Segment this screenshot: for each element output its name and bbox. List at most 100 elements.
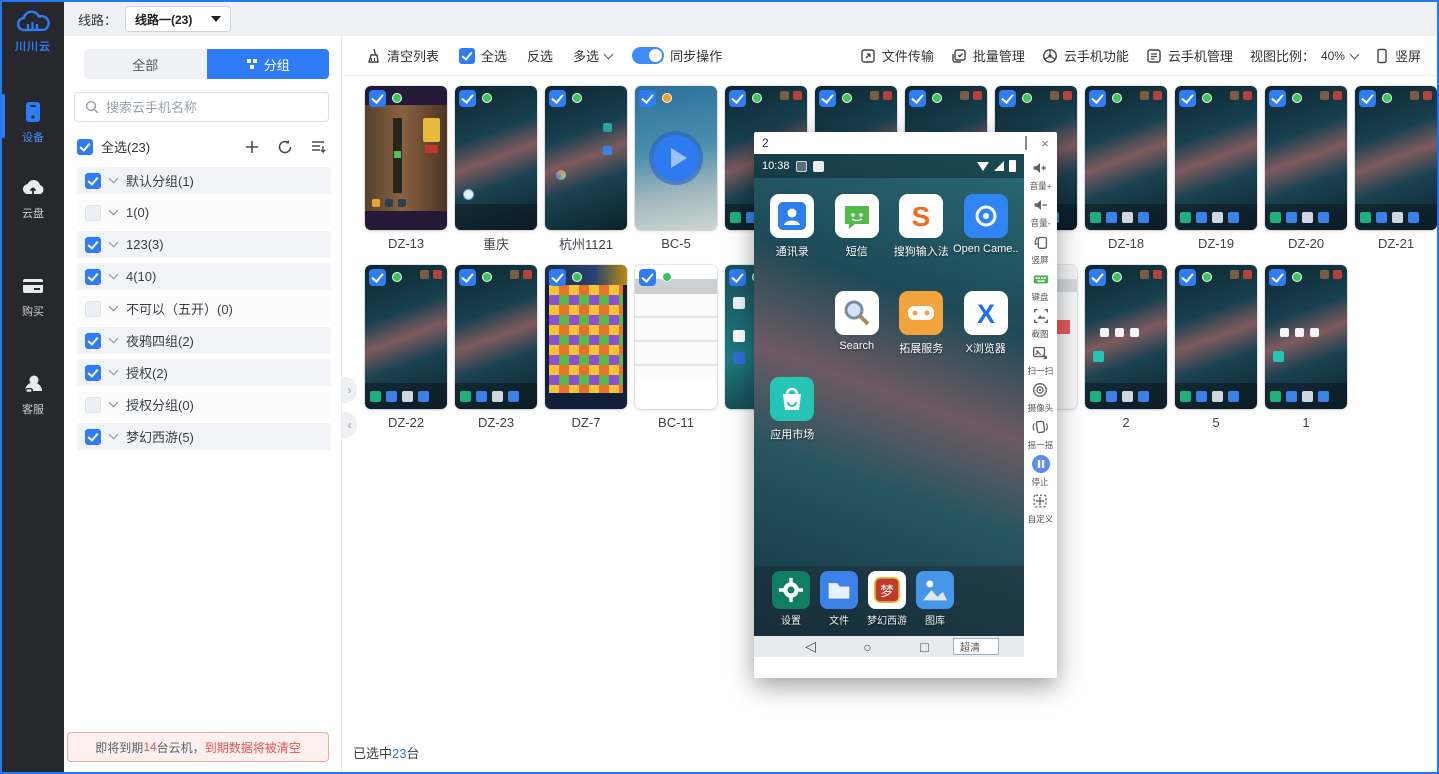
selected-checkbox[interactable] [1179,269,1196,286]
selected-checkbox[interactable] [369,90,386,107]
dock-app-mhxy[interactable]: 梦梦幻西游 [863,571,911,636]
selected-checkbox[interactable] [999,90,1016,107]
app-xbrowser[interactable]: XX浏览器 [954,291,1019,356]
tab-all[interactable]: 全部 [84,49,207,79]
line-select[interactable]: 线路一(23) [125,6,231,32]
selected-checkbox[interactable] [1269,269,1286,286]
app-camera-app[interactable]: Open Came.. [954,194,1019,259]
selected-checkbox[interactable] [729,90,746,107]
group-checkbox[interactable] [85,365,101,381]
device-thumb[interactable] [365,265,447,409]
selected-checkbox[interactable] [459,90,476,107]
group-row[interactable]: 梦幻西游(5) [77,423,331,450]
group-row[interactable]: 授权(2) [77,359,331,386]
batch-manage-button[interactable]: 批量管理 [951,46,1025,65]
sidebar-item-support[interactable]: 客服 [2,364,64,424]
file-transfer-button[interactable]: 文件传输 [860,46,934,65]
tool-stop[interactable]: 停止 [1031,454,1051,488]
app-contacts[interactable]: 通讯录 [760,194,825,259]
tool-shake[interactable]: 摇一摇 [1027,417,1054,451]
device-thumb[interactable] [1175,86,1257,230]
selected-checkbox[interactable] [1359,90,1376,107]
multi-select-button[interactable]: 多选 [573,46,612,65]
device-thumb[interactable] [1265,265,1347,409]
tool-custom[interactable]: 自定义 [1027,491,1054,525]
dock-app-files[interactable]: 文件 [815,571,863,636]
device-thumb[interactable] [635,265,717,409]
refresh-button[interactable] [276,138,294,156]
clear-list-button[interactable]: 清空列表 [365,46,439,65]
device-thumb[interactable] [1175,265,1257,409]
selected-checkbox[interactable] [729,269,746,286]
popup-close-button[interactable]: × [1041,137,1049,150]
play-button[interactable] [653,135,699,181]
device-thumb[interactable] [545,86,627,230]
selected-checkbox[interactable] [819,90,836,107]
popup-maximize-button[interactable] [1025,138,1027,149]
device-thumb[interactable] [1085,86,1167,230]
cloud-phone-manage-button[interactable]: 云手机管理 [1146,46,1233,65]
sync-operation-toggle[interactable]: 同步操作 [632,46,722,65]
group-row[interactable]: 123(3) [77,231,331,258]
selected-checkbox[interactable] [639,90,656,107]
tool-screenshot[interactable]: 截图 [1031,306,1051,340]
cloud-phone-func-button[interactable]: 云手机功能 [1042,46,1129,65]
search-input[interactable] [106,100,318,115]
group-row[interactable]: 不可以（五开）(0) [77,295,331,322]
view-ratio-select[interactable]: 视图比例：40% [1250,46,1358,65]
nav-back-button[interactable]: ◁ [782,638,839,655]
popup-titlebar[interactable]: 2 × [754,132,1057,154]
group-checkbox[interactable] [85,205,101,221]
nav-home-button[interactable]: ○ [839,639,896,655]
tool-rotate[interactable]: 竖屏 [1031,232,1051,266]
sidebar-item-cloud-disk[interactable]: 云盘 [2,168,64,228]
group-checkbox[interactable] [85,397,101,413]
group-row[interactable]: 授权分组(0) [77,391,331,418]
tool-volume-down[interactable]: 音量- [1030,195,1051,229]
group-checkbox[interactable] [85,429,101,445]
stream-quality-select[interactable]: 超清 [953,638,999,655]
selected-checkbox[interactable] [1179,90,1196,107]
device-thumb[interactable] [545,265,627,409]
nav-recents-button[interactable]: □ [896,639,953,655]
tool-keyboard[interactable]: 键盘 [1031,269,1051,303]
group-checkbox[interactable] [85,333,101,349]
selected-checkbox[interactable] [459,269,476,286]
invert-selection-button[interactable]: 反选 [527,46,553,65]
device-thumb[interactable] [365,86,447,230]
device-thumb[interactable] [455,86,537,230]
group-row[interactable]: 1(0) [77,199,331,226]
select-all-toggle[interactable]: 全选 [459,46,507,65]
tool-scan[interactable]: 扫一扫 [1027,343,1054,377]
group-checkbox[interactable] [85,269,101,285]
group-row[interactable]: 4(10) [77,263,331,290]
device-thumb[interactable] [1355,86,1437,230]
app-extend[interactable]: 拓展服务 [889,291,954,356]
tool-volume-up[interactable]: 音量+ [1029,158,1052,192]
device-thumb[interactable] [1085,265,1167,409]
selected-checkbox[interactable] [549,269,566,286]
toggle-on-icon[interactable] [632,47,664,64]
sidebar-item-purchase[interactable]: 购买 [2,266,64,326]
add-group-button[interactable] [243,138,261,156]
device-thumb[interactable] [1265,86,1347,230]
tab-group[interactable]: 分组 [207,49,330,79]
app-search-app[interactable]: Search [825,291,890,356]
tool-camera-lens[interactable]: 摄像头 [1027,380,1054,414]
selected-checkbox[interactable] [549,90,566,107]
app-sms[interactable]: 短信 [825,194,890,259]
group-row[interactable]: 夜鸦四组(2) [77,327,331,354]
device-thumb[interactable] [635,86,717,230]
selected-checkbox[interactable] [369,269,386,286]
dock-app-settings[interactable]: 设置 [767,571,815,636]
select-all-checkbox[interactable] [459,48,475,64]
group-checkbox[interactable] [85,301,101,317]
app-sogou[interactable]: S搜狗输入法 [889,194,954,259]
selected-checkbox[interactable] [639,269,656,286]
portrait-mode-button[interactable]: 竖屏 [1375,46,1421,65]
device-thumb[interactable] [455,265,537,409]
phone-screen[interactable]: 10:38 通讯录短信S搜狗输入法Open Came..Search拓展服务XX… [754,154,1024,657]
selected-checkbox[interactable] [1089,90,1106,107]
app-market[interactable]: 应用市场 [760,377,825,442]
sidebar-item-devices[interactable]: 设备 [2,92,64,152]
